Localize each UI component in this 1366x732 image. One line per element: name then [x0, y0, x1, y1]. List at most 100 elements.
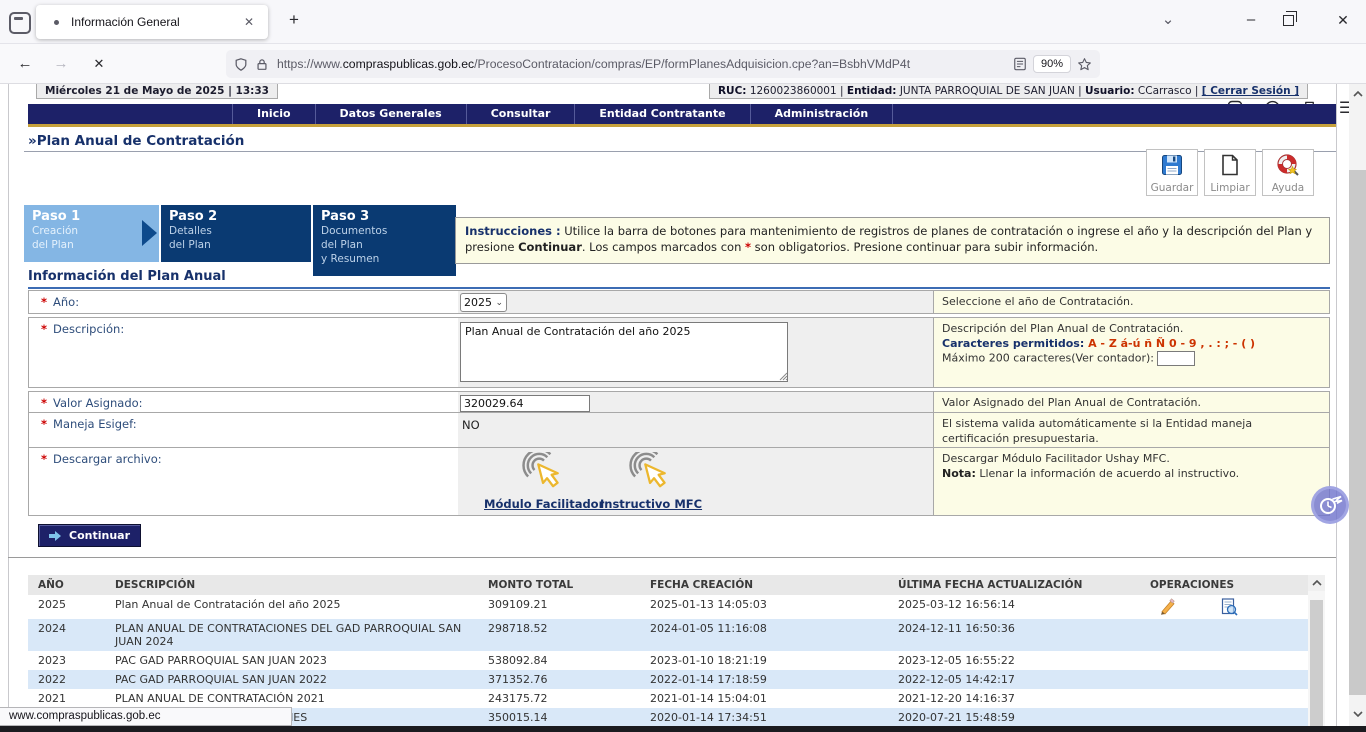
nav-item-consultar[interactable]: Consultar	[466, 104, 575, 124]
logout-link[interactable]: [ Cerrar Sesión ]	[1202, 85, 1299, 97]
char-counter-input[interactable]	[1157, 351, 1195, 366]
esigef-label: *Maneja Esigef:	[29, 413, 458, 447]
valor-input[interactable]	[460, 395, 590, 412]
page-title: »Plan Anual de Contratación	[28, 133, 244, 149]
cell-ultima-actualizacion: 2022-12-05 14:42:17	[898, 670, 1150, 689]
page-left-border	[8, 84, 9, 726]
scroll-down-button[interactable]	[1349, 706, 1366, 722]
lifebuoy-help-icon	[1275, 153, 1301, 177]
chevron-down-icon	[1353, 711, 1363, 717]
chevron-up-icon	[1312, 580, 1322, 586]
cell-ano: 2021	[28, 689, 115, 708]
table-row: 2024 PLAN ANUAL DE CONTRATACIONES DEL GA…	[28, 619, 1308, 651]
edit-pencil-icon[interactable]	[1158, 598, 1176, 615]
table-row: 2022 PAC GAD PARROQUIAL SAN JUAN 2022 37…	[28, 670, 1308, 689]
url-bar[interactable]: https://www.compraspublicas.gob.ec/Proce…	[226, 50, 1100, 78]
main-scrollbar[interactable]	[1349, 84, 1366, 726]
help-button[interactable]: Ayuda	[1262, 149, 1314, 196]
table-scrollbar[interactable]	[1308, 575, 1325, 726]
column-header: AÑO	[28, 579, 115, 591]
valor-label: *Valor Asignado:	[29, 392, 458, 412]
step-2-box[interactable]: Paso 2 Detalles del Plan	[161, 205, 311, 262]
ano-label: *Año:	[29, 291, 458, 313]
page-right-border	[1336, 84, 1337, 726]
cell-operaciones	[1150, 651, 1308, 657]
tab-title: Información General	[71, 15, 240, 29]
descargar-label: *Descargar archivo:	[29, 448, 458, 515]
nav-item-entidad-contratante[interactable]: Entidad Contratante	[574, 104, 749, 124]
cell-ultima-actualizacion: 2021-12-20 14:16:37	[898, 689, 1150, 708]
main-scrollbar-thumb[interactable]	[1349, 170, 1366, 695]
cell-monto: 538092.84	[488, 651, 650, 670]
cell-monto: 243175.72	[488, 689, 650, 708]
forward-button[interactable]: →	[46, 51, 76, 77]
step-1-box[interactable]: Paso 1 Creación del Plan	[24, 205, 159, 262]
nav-item-datos-generales[interactable]: Datos Generales	[315, 104, 466, 124]
section-title: Información del Plan Anual	[28, 269, 226, 284]
cell-descripcion: Plan Anual de Contratación del año 2025	[115, 595, 488, 614]
cell-operaciones	[1150, 689, 1308, 695]
cell-operaciones	[1150, 619, 1308, 625]
restore-window-button[interactable]	[1283, 15, 1294, 26]
scroll-up-button[interactable]	[1349, 86, 1366, 102]
status-bar-link: www.compraspublicas.gob.ec	[0, 707, 292, 726]
bottom-edge-strip	[0, 726, 1366, 732]
cell-monto: 309109.21	[488, 595, 650, 614]
table-row: 2023 PAC GAD PARROQUIAL SAN JUAN 2023 53…	[28, 651, 1308, 670]
table-scroll-up-button[interactable]	[1308, 575, 1325, 591]
plans-table: AÑODESCRIPCIÓNMONTO TOTALFECHA CREACIÓNÚ…	[28, 575, 1308, 726]
reader-mode-icon[interactable]	[1013, 57, 1027, 71]
browser-tab-bar: Información General ✕ + ⌄ – ✕	[0, 0, 1366, 44]
window-close-button[interactable]: ✕	[1329, 9, 1357, 35]
entidad-label: Entidad:	[847, 85, 897, 97]
firefox-view-icon[interactable]	[9, 12, 31, 34]
cell-monto: 371352.76	[488, 670, 650, 689]
cell-ultima-actualizacion: 2024-12-11 16:50:36	[898, 619, 1150, 638]
continue-button[interactable]: Continuar	[38, 524, 141, 547]
shield-icon[interactable]	[234, 57, 248, 72]
browser-tab[interactable]: Información General ✕	[36, 5, 268, 39]
lock-icon[interactable]	[255, 57, 269, 72]
column-header: DESCRIPCIÓN	[115, 579, 488, 591]
cell-fecha-creacion: 2025-01-13 14:05:03	[650, 595, 898, 614]
chevron-down-icon: ⌄	[495, 298, 503, 308]
stop-loading-icon[interactable]: ✕	[84, 51, 114, 77]
ushay-click-icon	[521, 452, 567, 492]
continue-arrow-icon	[49, 530, 62, 542]
bookmark-star-icon[interactable]	[1077, 57, 1092, 72]
modulo-facilitador-link[interactable]: Módulo Facilitador	[484, 452, 604, 511]
year-select[interactable]: 2025⌄	[460, 293, 507, 312]
plan-form: *Año: 2025⌄ Seleccione el año de Contrat…	[28, 290, 1330, 516]
cell-descripcion: PLAN ANUAL DE CONTRATACIONES DEL GAD PAR…	[115, 619, 488, 651]
cell-ano: 2025	[28, 595, 115, 614]
step-3-box[interactable]: Paso 3 Documentos del Plan y Resumen	[313, 205, 456, 276]
back-button[interactable]: ←	[10, 51, 40, 77]
preview-document-icon[interactable]	[1220, 598, 1238, 616]
cell-fecha-creacion: 2020-01-14 17:34:51	[650, 708, 898, 726]
new-tab-button[interactable]: +	[280, 9, 308, 35]
instructivo-mfc-link[interactable]: Instructivo MFC	[600, 452, 702, 511]
zoom-level-indicator[interactable]: 90%	[1033, 55, 1071, 73]
descripcion-textarea[interactable]: Plan Anual de Contratación del año 2025	[460, 322, 788, 382]
time-extension-badge[interactable]	[1311, 486, 1349, 524]
form-row-descripcion: *Descripción: Plan Anual de Contratación…	[28, 317, 1330, 388]
save-button[interactable]: Guardar	[1146, 149, 1198, 196]
tab-list-chevron-icon[interactable]: ⌄	[1154, 9, 1182, 35]
tab-close-icon[interactable]: ✕	[240, 13, 258, 31]
cell-ultima-actualizacion: 2020-07-21 15:48:59	[898, 708, 1150, 726]
nav-item-inicio[interactable]: Inicio	[232, 104, 315, 124]
gold-divider	[28, 124, 1336, 127]
ushay-click-icon	[628, 452, 674, 492]
table-scrollbar-thumb[interactable]	[1310, 600, 1323, 726]
step-arrow-icon	[142, 220, 157, 246]
form-row-esigef: *Maneja Esigef: NO El sistema valida aut…	[28, 413, 1330, 448]
form-row-valor: *Valor Asignado: Valor Asignado del Plan…	[28, 391, 1330, 413]
cell-ano: 2022	[28, 670, 115, 689]
esigef-help: El sistema valida automáticamente si la …	[933, 413, 1329, 447]
ano-help: Seleccione el año de Contratación.	[933, 291, 1329, 313]
cell-fecha-creacion: 2022-01-14 17:18:59	[650, 670, 898, 689]
nav-item-administración[interactable]: Administración	[750, 104, 894, 124]
minimize-button[interactable]: –	[1237, 9, 1265, 35]
session-info-bar: RUC: 1260023860001 | Entidad: JUNTA PARR…	[709, 84, 1308, 99]
clear-button[interactable]: Limpiar	[1204, 149, 1256, 196]
